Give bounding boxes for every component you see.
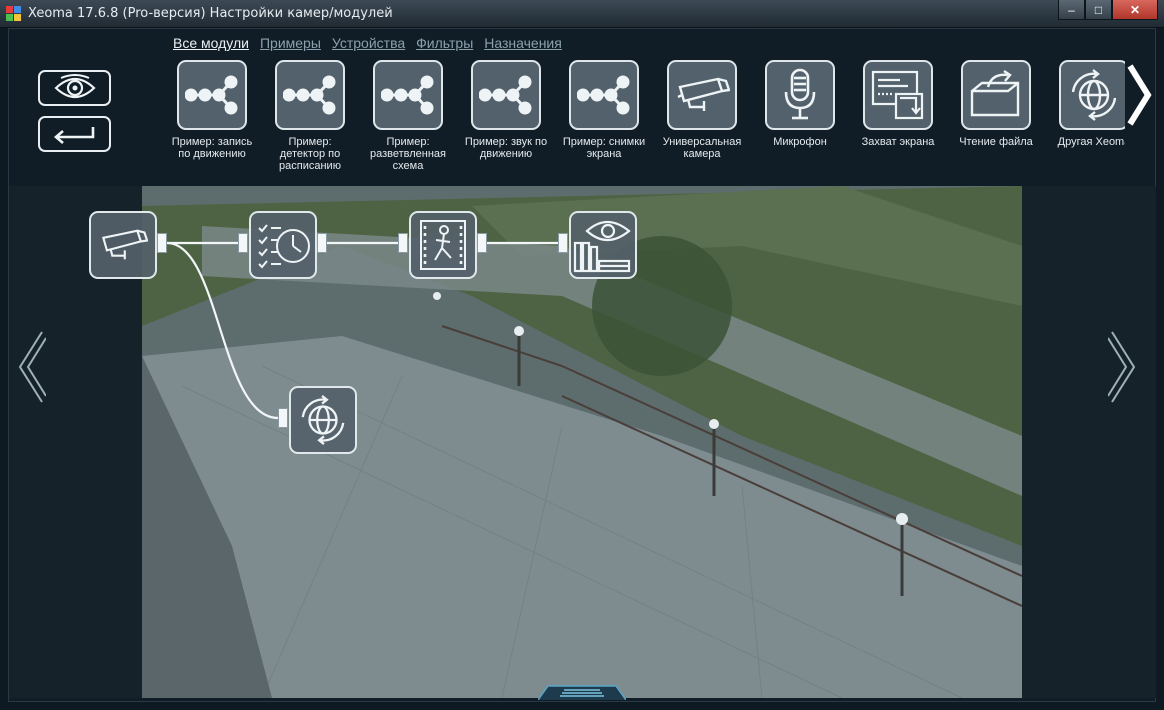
back-button[interactable] bbox=[38, 116, 111, 152]
other-xeoma-input-port[interactable] bbox=[278, 408, 288, 428]
scheduler-icon bbox=[258, 224, 310, 269]
close-button[interactable]: ✕ bbox=[1112, 0, 1158, 20]
module-label: Другая Xeoma bbox=[1057, 136, 1125, 148]
tab-filters[interactable]: Фильтры bbox=[416, 35, 473, 51]
chain-scheduler-node[interactable] bbox=[249, 211, 317, 279]
eye-icon bbox=[53, 74, 96, 99]
chain-icon bbox=[275, 60, 345, 130]
right-side-panel bbox=[1022, 186, 1156, 698]
scene-next-arrow-icon[interactable] bbox=[1108, 330, 1138, 404]
tab-destinations[interactable]: Назначения bbox=[484, 35, 562, 51]
module-example-motion-record[interactable]: Пример: запись по движению bbox=[165, 60, 259, 160]
motion-detector-input-port[interactable] bbox=[398, 233, 408, 253]
bottom-panel-handle-icon[interactable] bbox=[538, 684, 626, 700]
preview-archive-input-port[interactable] bbox=[558, 233, 568, 253]
module-universal-camera[interactable]: Универсальная камера bbox=[655, 60, 749, 160]
scene-prev-arrow-icon[interactable] bbox=[16, 330, 46, 404]
chain-other-xeoma-node[interactable] bbox=[289, 386, 357, 454]
module-label: Пример: звук по движению bbox=[464, 136, 548, 160]
module-example-screenshots[interactable]: Пример: снимки экрана bbox=[557, 60, 651, 160]
scheduler-output-port[interactable] bbox=[317, 233, 327, 253]
camera-icon bbox=[667, 60, 737, 130]
chain-icon bbox=[177, 60, 247, 130]
tab-examples[interactable]: Примеры bbox=[260, 35, 321, 51]
module-label: Пример: разветвленная схема bbox=[369, 136, 447, 172]
tab-devices[interactable]: Устройства bbox=[332, 35, 405, 51]
chain-icon bbox=[373, 60, 443, 130]
motion-detector-icon bbox=[420, 220, 466, 270]
chain-preview-archive-node[interactable] bbox=[569, 211, 637, 279]
file-read-icon bbox=[961, 60, 1031, 130]
module-example-sound-on-motion[interactable]: Пример: звук по движению bbox=[459, 60, 553, 160]
xeoma-app-icon bbox=[6, 6, 22, 22]
microphone-icon bbox=[765, 60, 835, 130]
module-label: Универсальная камера bbox=[662, 136, 742, 160]
preview-button[interactable] bbox=[38, 70, 111, 106]
module-file-read[interactable]: Чтение файла bbox=[949, 60, 1043, 148]
module-category-tabs: Все модули Примеры Устройства Фильтры На… bbox=[173, 35, 562, 51]
maximize-button[interactable]: □ bbox=[1085, 0, 1112, 20]
window-controls: – □ ✕ bbox=[1058, 0, 1158, 20]
module-label: Пример: снимки экрана bbox=[562, 136, 646, 160]
chain-motion-detector-node[interactable] bbox=[409, 211, 477, 279]
camera-icon bbox=[102, 229, 148, 260]
tab-all-modules[interactable]: Все модули bbox=[173, 35, 249, 51]
window-title: Xeoma 17.6.8 (Pro-версия) Настройки каме… bbox=[28, 6, 393, 21]
module-other-xeoma[interactable]: Другая Xeoma bbox=[1047, 60, 1125, 148]
minimize-button[interactable]: – bbox=[1058, 0, 1085, 20]
modules-next-arrow-icon[interactable] bbox=[1124, 62, 1154, 128]
module-label: Захват экрана bbox=[861, 136, 935, 148]
chain-icon bbox=[569, 60, 639, 130]
screen-capture-icon bbox=[863, 60, 933, 130]
camera-output-port[interactable] bbox=[157, 233, 167, 253]
module-label: Чтение файла bbox=[959, 136, 1033, 148]
chain-camera-node[interactable] bbox=[89, 211, 157, 279]
globe-icon bbox=[1059, 60, 1125, 130]
module-microphone[interactable]: Микрофон bbox=[753, 60, 847, 148]
back-arrow-icon bbox=[53, 127, 94, 144]
scheduler-input-port[interactable] bbox=[238, 233, 248, 253]
module-example-branched-scheme[interactable]: Пример: разветвленная схема bbox=[361, 60, 455, 172]
module-example-schedule-detector[interactable]: Пример: детектор по расписанию bbox=[263, 60, 357, 172]
module-toolbar: Пример: запись по движению Пример: детек… bbox=[165, 60, 1125, 180]
window-titlebar: Xeoma 17.6.8 (Pro-версия) Настройки каме… bbox=[0, 0, 1164, 28]
motion-detector-output-port[interactable] bbox=[477, 233, 487, 253]
preview-archive-icon bbox=[573, 220, 631, 273]
module-screen-capture[interactable]: Захват экрана bbox=[851, 60, 945, 148]
module-label: Пример: детектор по расписанию bbox=[279, 136, 341, 172]
chain-icon bbox=[471, 60, 541, 130]
module-label: Пример: запись по движению bbox=[171, 136, 253, 160]
module-label: Микрофон bbox=[773, 136, 827, 148]
globe-icon bbox=[301, 395, 345, 445]
